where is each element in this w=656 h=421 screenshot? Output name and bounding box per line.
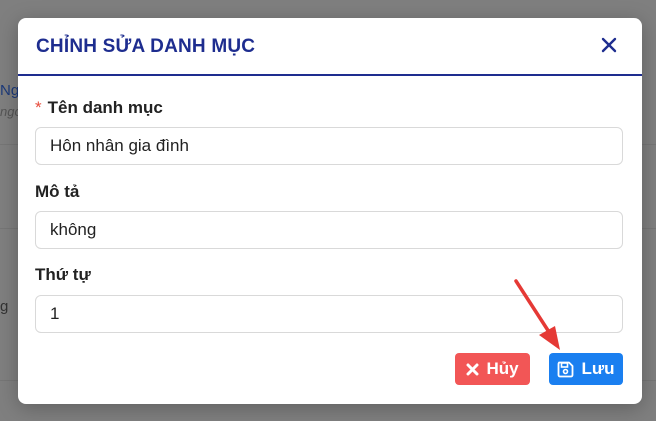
category-name-input[interactable] — [35, 127, 623, 165]
order-label: Thứ tự — [35, 265, 91, 284]
close-icon — [466, 363, 479, 375]
annotation-arrow-icon — [514, 279, 560, 350]
category-name-label: * Tên danh mục — [35, 98, 163, 118]
required-marker: * — [35, 98, 42, 117]
cancel-button-label: Hủy — [486, 359, 519, 378]
description-label: Mô tả — [35, 182, 80, 201]
dialog-title: CHỈNH SỬA DANH MỤC — [36, 36, 256, 57]
cancel-button[interactable]: Hủy — [455, 353, 530, 385]
close-icon — [601, 37, 617, 53]
close-button[interactable] — [598, 34, 620, 56]
dialog-header: CHỈNH SỬA DANH MỤC — [18, 18, 642, 76]
background-fragment: g — [0, 298, 9, 315]
background-fragment: Ng — [0, 82, 20, 99]
description-input[interactable] — [35, 211, 623, 249]
save-button[interactable]: Lưu — [549, 353, 623, 385]
category-name-label-text: Tên danh mục — [47, 98, 163, 117]
save-button-label: Lưu — [581, 359, 615, 378]
save-icon — [558, 361, 574, 377]
